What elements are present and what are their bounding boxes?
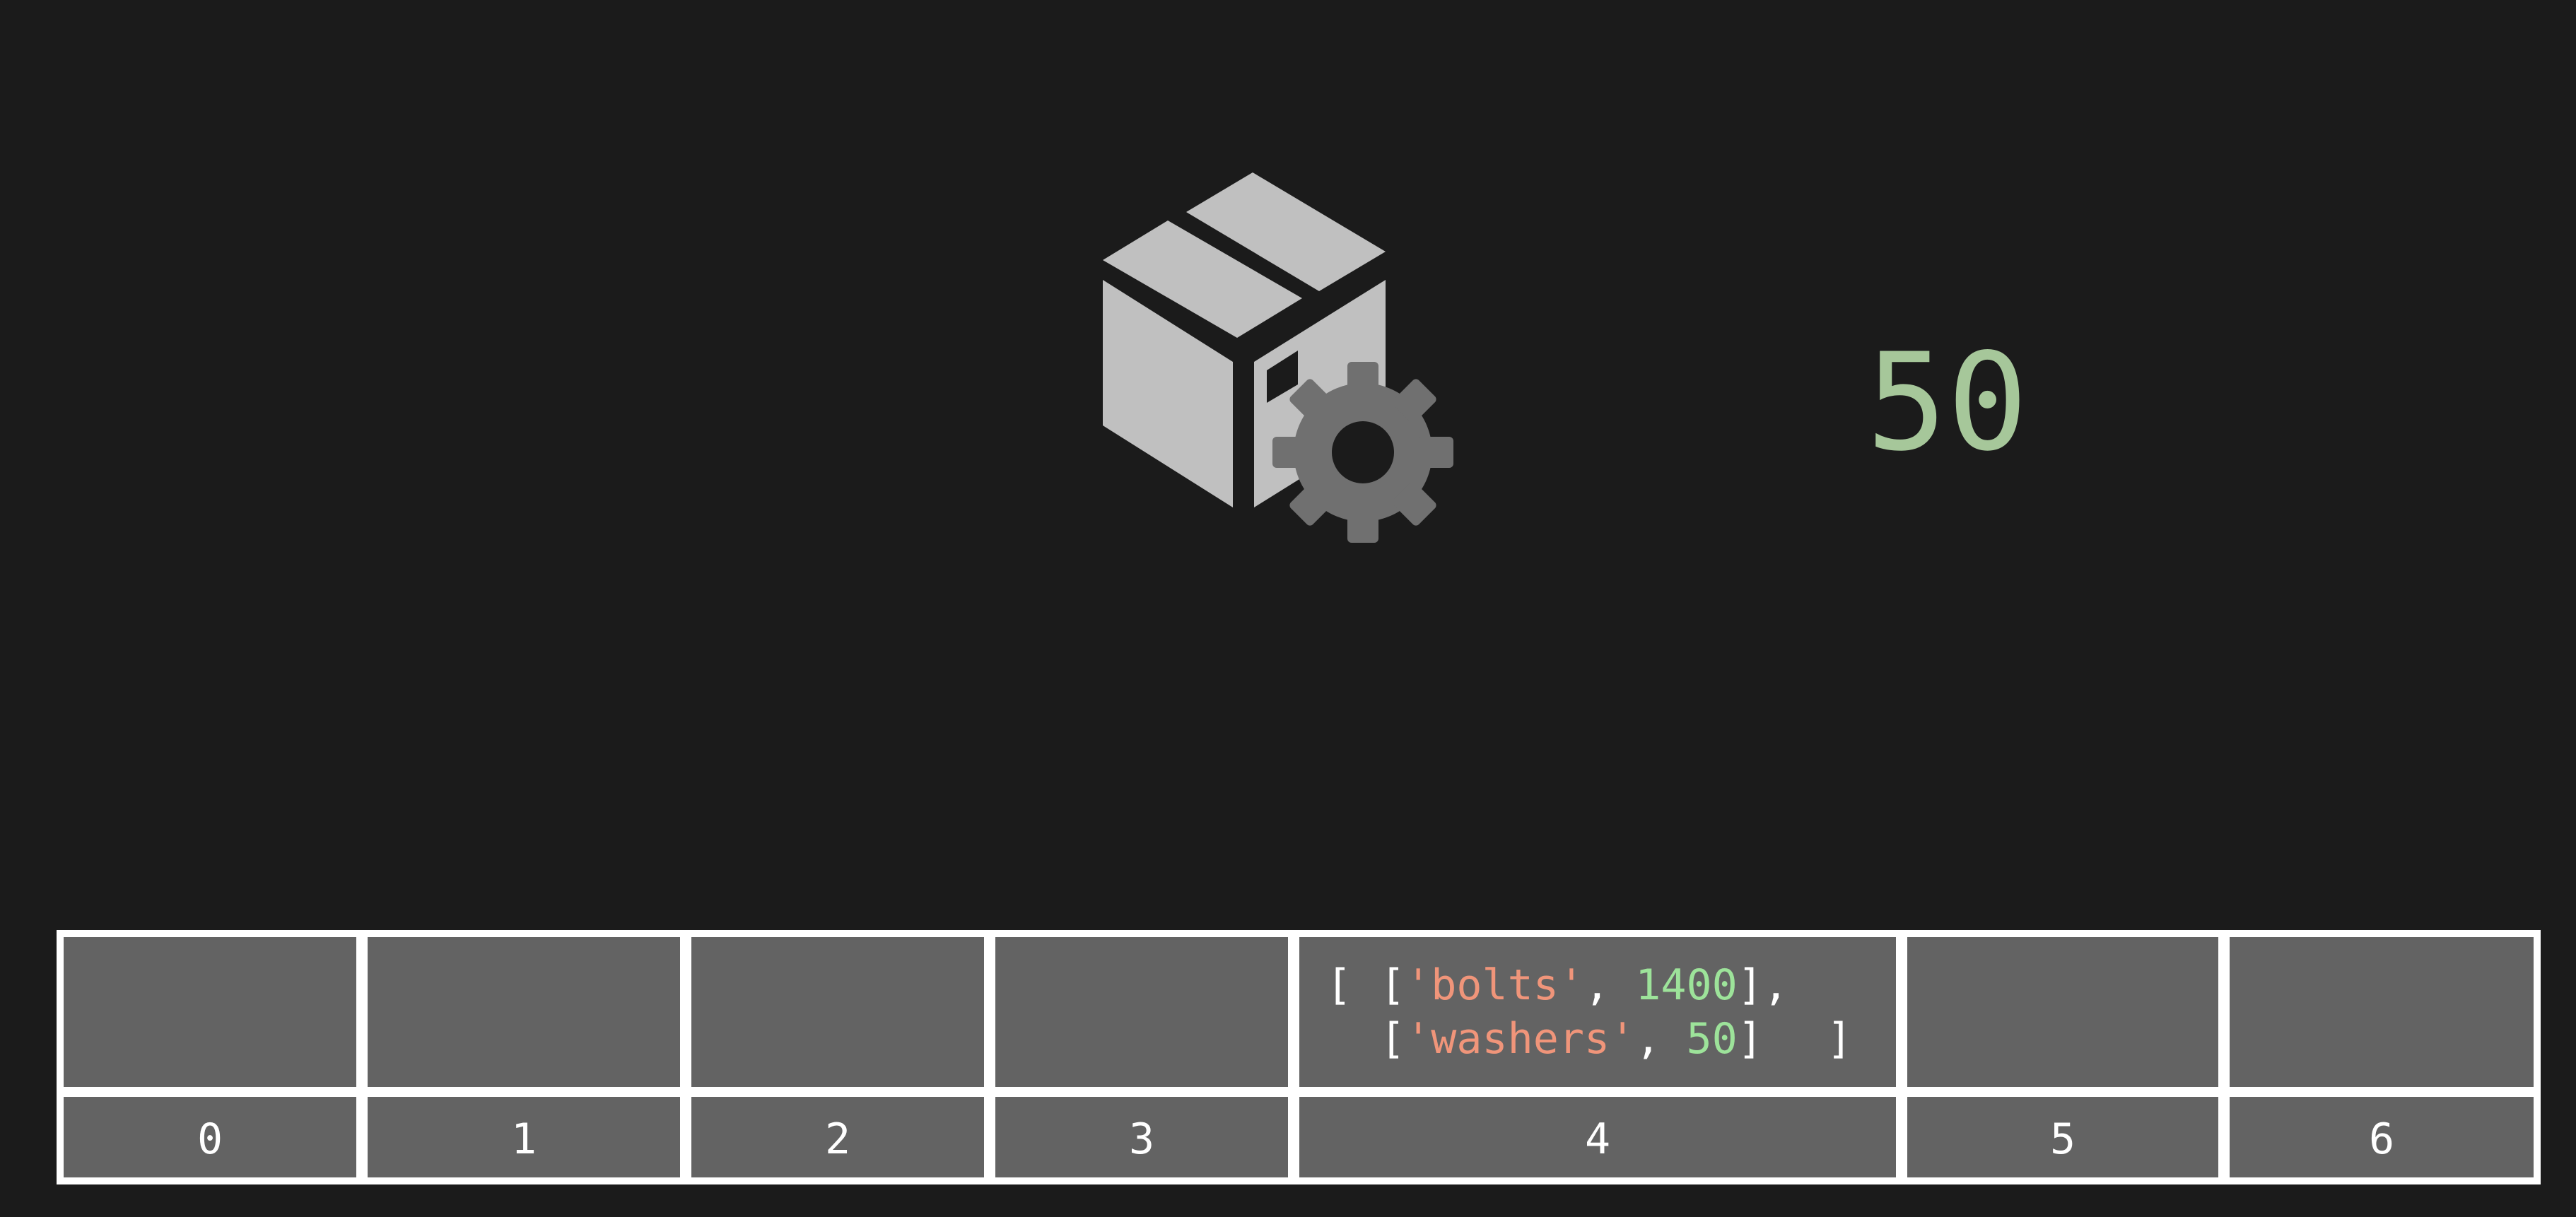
array-slots-table: [['bolts', 1400], ['washers', 50]] 0 1 2 … — [57, 930, 2541, 1184]
row1-open: [ — [1380, 960, 1406, 1010]
row1-close: ], — [1737, 960, 1788, 1010]
outer-open-bracket: [ — [1326, 960, 1352, 1010]
row2-open: [ — [1380, 1014, 1406, 1064]
index-label-4: 4 — [1584, 1115, 1611, 1164]
slot-cell-0 — [64, 937, 356, 1087]
package-with-gear-icon — [1103, 170, 1470, 551]
row2-qty: 50 — [1686, 1014, 1738, 1064]
row2-sep: , — [1635, 1014, 1687, 1064]
slot-cell-2 — [691, 937, 984, 1087]
index-label-5: 5 — [2049, 1115, 2076, 1164]
slot-cell-3 — [995, 937, 1288, 1087]
index-label-1: 1 — [510, 1115, 537, 1164]
current-value-readout: 50 — [1866, 324, 2028, 481]
slot-cell-6 — [2230, 937, 2534, 1087]
row1-sep: , — [1584, 960, 1636, 1010]
row2-close: ] — [1737, 1014, 1763, 1064]
gear-icon — [1272, 362, 1453, 543]
visualization-stage: 50 [['bolts', 1400], ['washers', 50]] 0 1 — [0, 0, 2576, 1217]
index-label-3: 3 — [1128, 1115, 1155, 1164]
row2-key: 'washers' — [1405, 1014, 1636, 1064]
slot-cell-5 — [1907, 937, 2218, 1087]
package-icon-svg — [1103, 172, 1453, 543]
slot-4-content: [['bolts', 1400], ['washers', 50]] — [1299, 937, 1907, 1087]
index-label-6: 6 — [2368, 1115, 2395, 1164]
row1-qty: 1400 — [1635, 960, 1738, 1010]
slot-cell-1 — [368, 937, 680, 1087]
row1-key: 'bolts' — [1405, 960, 1584, 1010]
index-label-2: 2 — [824, 1115, 851, 1164]
outer-close-bracket: ] — [1827, 1014, 1853, 1064]
index-label-0: 0 — [197, 1115, 223, 1164]
